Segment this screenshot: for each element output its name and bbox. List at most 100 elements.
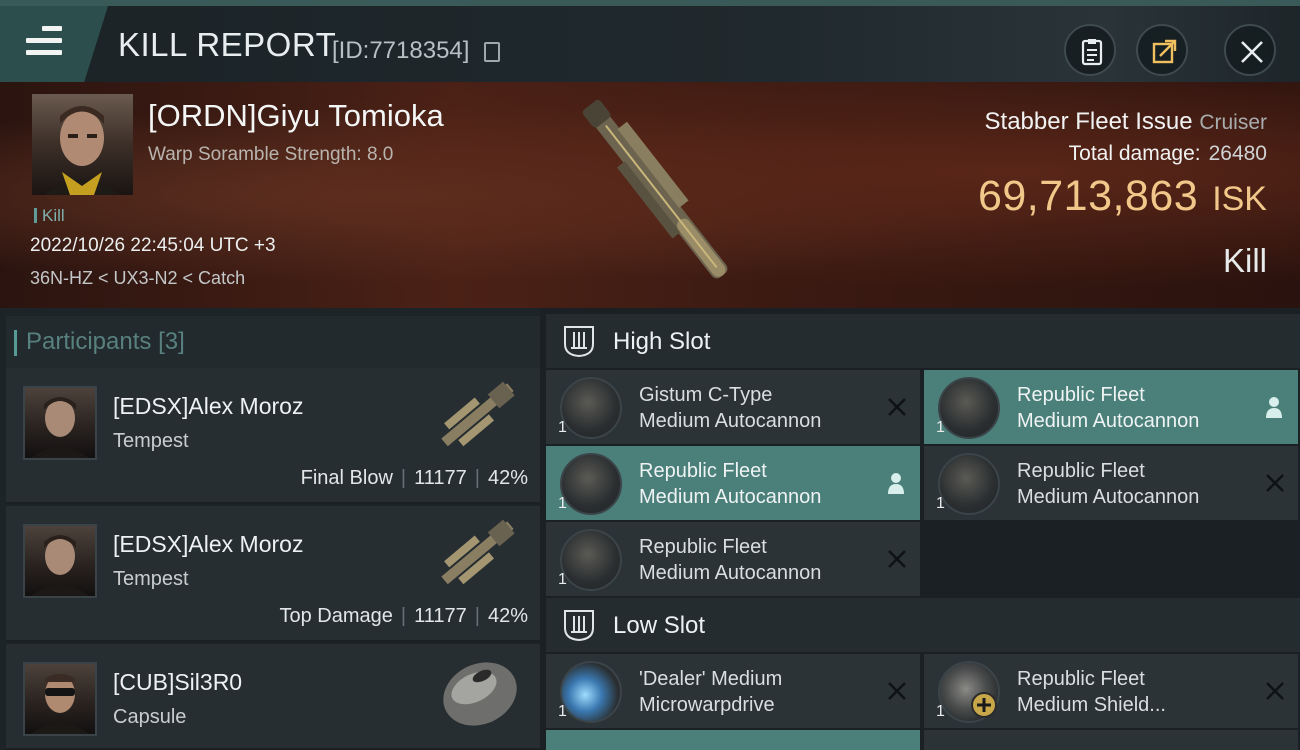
participant-percent: 42% (487, 467, 528, 489)
victim-name[interactable]: [ORDN]Giyu Tomioka (148, 98, 444, 134)
dropped-person-icon (888, 473, 904, 494)
module-quantity: 1 (558, 571, 567, 588)
victim-ship-image (582, 99, 728, 279)
report-id: [ID:7718354] (332, 37, 470, 64)
autocannon-icon (560, 377, 622, 439)
module-name-line1: Republic Fleet (1017, 384, 1145, 406)
participant-percent: 42% (487, 605, 528, 627)
module-quantity: 1 (558, 495, 567, 512)
victim-banner: [ORDN]Giyu Tomioka Warp Soramble Strengt… (0, 82, 1300, 308)
destroyed-icon (888, 398, 906, 416)
menu-button[interactable] (0, 6, 108, 82)
module-name-line2: Medium Autocannon (1017, 486, 1200, 508)
module-item[interactable]: 1 Republic Fleet Medium Autocannon (924, 370, 1298, 444)
module-name: Republic Fleet Medium Shield... (1017, 666, 1166, 718)
autocannon-icon (560, 529, 622, 591)
isk-value: 69,713,863 ISK (978, 172, 1267, 221)
module-quantity: 1 (558, 419, 567, 436)
victim-avatar[interactable] (32, 94, 133, 195)
participants-title-text: Participants (26, 328, 152, 355)
destroyed-icon (1266, 474, 1284, 492)
participant-name[interactable]: [EDSX]Alex Moroz (113, 531, 303, 558)
module-name-line1: 'Dealer' Medium (639, 668, 783, 690)
low-slot-icon (564, 610, 594, 642)
menu-icon (26, 26, 62, 56)
module-name-line1: Republic Fleet (1017, 460, 1145, 482)
destroyed-icon (888, 550, 906, 568)
module-name-line2: Medium Autocannon (1017, 410, 1200, 432)
module-name-line1: Republic Fleet (1017, 668, 1145, 690)
module-name: Republic Fleet Medium Autocannon (1017, 382, 1199, 434)
autocannon-icon (938, 453, 1000, 515)
plus-badge-icon (971, 692, 997, 718)
autocannon-icon (560, 453, 622, 515)
destroyed-icon (888, 682, 906, 700)
participant-avatar[interactable] (23, 386, 97, 460)
module-name-line2: Medium Shield... (1017, 694, 1166, 716)
close-button[interactable] (1224, 24, 1276, 76)
participant-row[interactable]: [EDSX]Alex Moroz Tempest Final Blow | 1117… (6, 368, 540, 504)
module-name-line2: Microwarpdrive (639, 694, 775, 716)
module-item[interactable]: 1 Gistum C-Type Medium Autocannon (546, 370, 920, 444)
stat-divider: | (474, 605, 480, 627)
participant-ship-image (441, 381, 515, 447)
participant-ship: Tempest (113, 568, 189, 590)
module-name: Gistum C-Type Medium Autocannon (639, 382, 821, 434)
destroyed-icon (1266, 682, 1284, 700)
module-item[interactable]: 1 Republic Fleet Medium Autocannon (546, 522, 920, 596)
participants-count: [3] (158, 328, 185, 355)
total-damage-label: Total damage: (1068, 142, 1201, 165)
module-item[interactable]: 1 Republic Fleet Medium Autocannon (924, 446, 1298, 520)
module-item-partial[interactable] (924, 730, 1298, 750)
module-name: 'Dealer' Medium Microwarpdrive (639, 666, 782, 718)
victim-ship-name[interactable]: Stabber Fleet Issue Cruiser (985, 108, 1267, 136)
participant-portrait-image (31, 674, 89, 734)
copy-id-icon[interactable] (484, 42, 500, 62)
module-item[interactable]: 1 Republic Fleet Medium Autocannon (546, 446, 920, 520)
module-item[interactable]: 1 'Dealer' Medium Microwarpdrive (546, 654, 920, 728)
clipboard-icon (1081, 39, 1103, 66)
shield-extender-icon (938, 661, 1000, 723)
module-name-line2: Medium Autocannon (639, 410, 822, 432)
participants-panel: Participants [3] [EDSX]Alex Moroz Tempes… (0, 308, 540, 750)
module-item[interactable]: 1 Republic Fleet Medium Shield... (924, 654, 1298, 728)
victim-portrait-image (44, 106, 120, 195)
participant-ship: Tempest (113, 430, 189, 452)
module-item-partial[interactable] (546, 730, 920, 750)
participant-name[interactable]: [CUB]Sil3R0 (113, 669, 242, 696)
participant-row[interactable]: [CUB]Sil3R0 Capsule (6, 644, 540, 750)
module-quantity: 1 (936, 419, 945, 436)
isk-unit: ISK (1212, 180, 1267, 218)
stat-divider: | (400, 467, 407, 489)
capsule-image (443, 662, 517, 726)
kill-type-label: Kill (1222, 242, 1267, 279)
participant-name[interactable]: [EDSX]Alex Moroz (113, 393, 303, 420)
participant-row[interactable]: [EDSX]Alex Moroz Tempest Top Damage | 1117… (6, 506, 540, 642)
clipboard-button[interactable] (1064, 24, 1116, 76)
share-icon (1152, 39, 1177, 64)
isk-amount: 69,713,863 (977, 172, 1199, 220)
low-slot-title: Low Slot (613, 612, 706, 639)
participant-avatar[interactable] (23, 662, 97, 736)
dropped-person-icon (1266, 397, 1282, 418)
participants-title: Participants [3] (14, 328, 185, 356)
participant-portrait-image (31, 535, 89, 596)
page-title: KILL REPORT (118, 26, 337, 63)
stat-divider: | (474, 467, 480, 489)
total-damage-value: 26480 (1208, 142, 1267, 165)
kill-datetime: 2022/10/26 22:45:04 UTC +3 (30, 235, 276, 256)
participant-portrait-image (31, 397, 89, 458)
module-name-line2: Medium Autocannon (639, 486, 822, 508)
participant-ship: Capsule (113, 706, 187, 728)
module-name-line1: Republic Fleet (639, 536, 767, 558)
ship-class-text: Cruiser (1199, 111, 1267, 134)
module-quantity: 1 (558, 703, 567, 720)
high-slot-header: High Slot (546, 314, 1300, 368)
share-button[interactable] (1136, 24, 1188, 76)
kill-tag: Kill (34, 206, 65, 226)
participant-role: Final Blow (300, 467, 393, 489)
module-name: Republic Fleet Medium Autocannon (639, 534, 821, 586)
participant-avatar[interactable] (23, 524, 97, 598)
ship-name-text: Stabber Fleet Issue (984, 108, 1193, 135)
participant-damage: 11177 (414, 605, 467, 627)
